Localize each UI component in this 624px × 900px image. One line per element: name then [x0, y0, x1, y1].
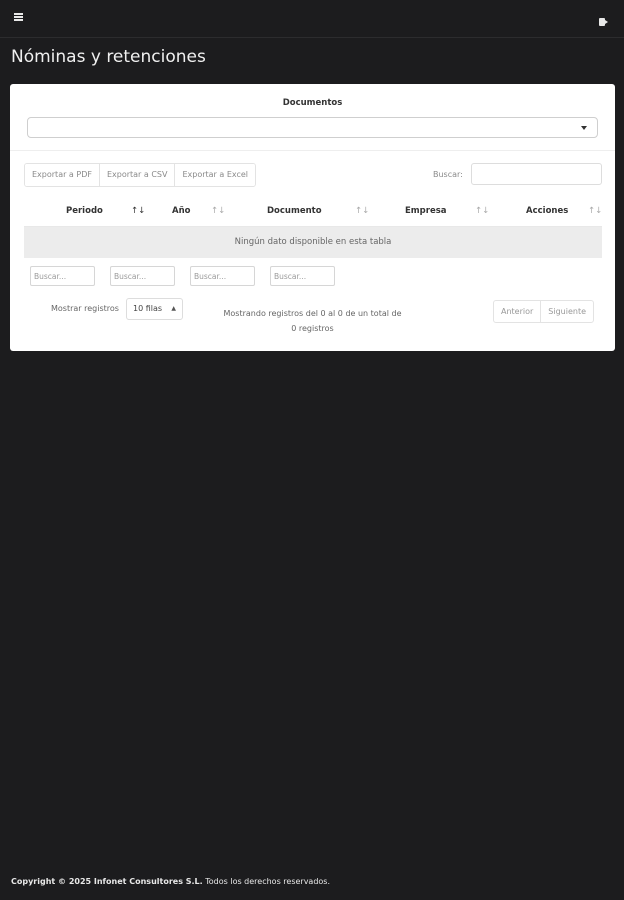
- documents-label: Documentos: [282, 98, 343, 108]
- top-navbar: [0, 0, 624, 38]
- previous-page-button[interactable]: Anterior: [494, 301, 542, 322]
- search-input[interactable]: [471, 163, 602, 185]
- filter-periodo-input[interactable]: [30, 266, 95, 286]
- export-button-group: Exportar a PDF Exportar a CSV Exportar a…: [24, 163, 257, 187]
- search-label: Buscar:: [433, 170, 463, 179]
- documents-select[interactable]: [27, 117, 598, 138]
- filter-empresa-input[interactable]: [270, 266, 335, 286]
- sort-icon[interactable]: ↑↓: [131, 195, 145, 227]
- table-header: Periodo ↑↓ Año ↑↓ Documento ↑↓ Empresa ↑…: [24, 195, 602, 227]
- caret-down-icon: [581, 126, 587, 130]
- select-arrows-icon: ▲: [171, 305, 176, 312]
- documents-card: Documentos Exportar a PDF Exportar a CSV…: [10, 84, 615, 351]
- footer-copyright: Copyright © 2025 Infonet Consultores S.L…: [11, 877, 203, 886]
- table-info: Mostrando registros del 0 al 0 de un tot…: [215, 306, 410, 336]
- length-label: Mostrar registros: [51, 304, 119, 313]
- logout-icon[interactable]: [598, 13, 610, 26]
- column-header-empresa[interactable]: Empresa: [405, 195, 447, 227]
- filter-documento-input[interactable]: [190, 266, 255, 286]
- footer: Copyright © 2025 Infonet Consultores S.L…: [11, 877, 330, 886]
- hamburger-menu-icon[interactable]: [12, 12, 26, 26]
- sort-icon[interactable]: ↑↓: [588, 195, 602, 227]
- footer-rights: Todos los derechos reservados.: [205, 877, 331, 886]
- column-header-periodo[interactable]: Periodo: [66, 195, 103, 227]
- column-header-documento[interactable]: Documento: [267, 195, 322, 227]
- sort-icon[interactable]: ↑↓: [211, 195, 225, 227]
- table-info-line: Mostrando registros del 0 al 0 de un tot…: [223, 309, 402, 318]
- divider: [10, 150, 615, 151]
- empty-table-message: Ningún dato disponible en esta tabla: [24, 227, 602, 258]
- export-csv-button[interactable]: Exportar a CSV: [99, 164, 176, 186]
- export-excel-button[interactable]: Exportar a Excel: [175, 164, 256, 186]
- export-pdf-button[interactable]: Exportar a PDF: [25, 164, 100, 186]
- filter-ano-input[interactable]: [110, 266, 175, 286]
- rows-per-page-select[interactable]: 10 filas ▲: [126, 298, 183, 320]
- next-page-button[interactable]: Siguiente: [541, 301, 593, 322]
- column-header-ano[interactable]: Año: [172, 195, 190, 227]
- column-header-acciones[interactable]: Acciones: [526, 195, 568, 227]
- rows-per-page-value: 10 filas: [133, 304, 163, 313]
- pagination: Anterior Siguiente: [493, 300, 595, 323]
- sort-icon[interactable]: ↑↓: [475, 195, 489, 227]
- sort-icon[interactable]: ↑↓: [355, 195, 369, 227]
- table-info-total: 0 registros: [291, 324, 334, 333]
- page-title: Nóminas y retenciones: [11, 47, 206, 67]
